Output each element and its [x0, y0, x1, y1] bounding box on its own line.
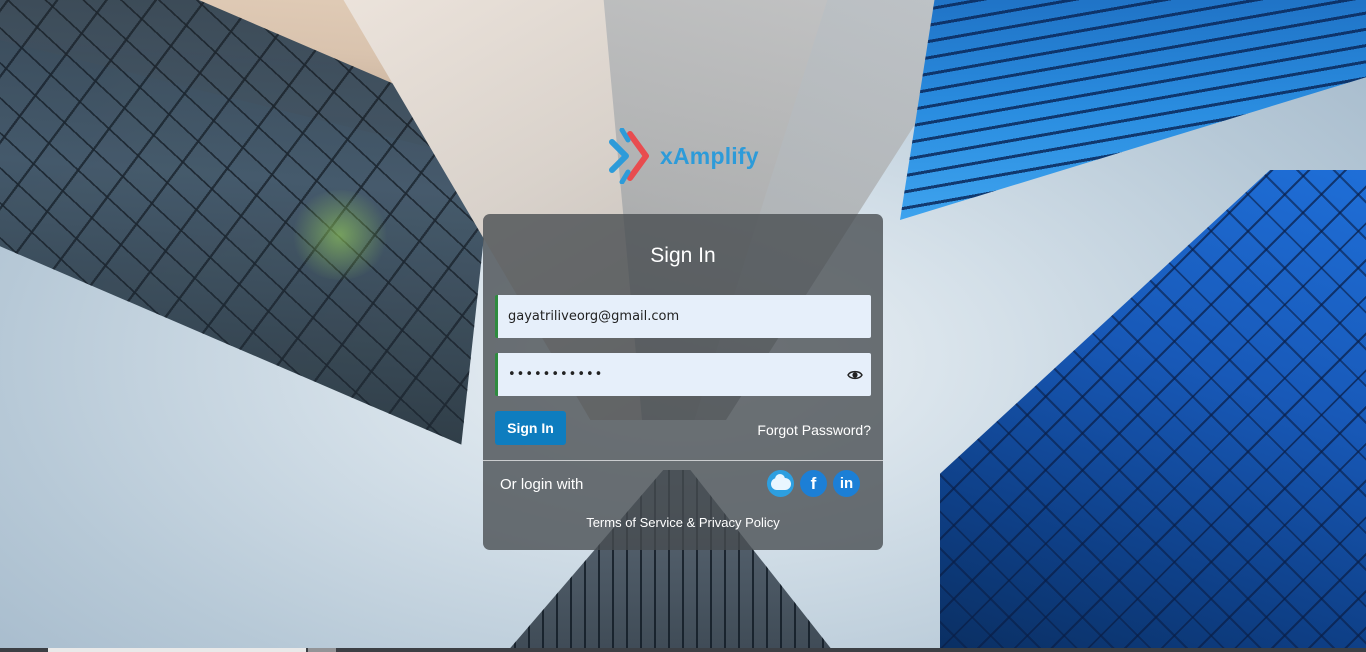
brand-name: xAmplify [660, 142, 759, 169]
terms-privacy-link[interactable]: Terms of Service & Privacy Policy [483, 515, 883, 530]
salesforce-icon [770, 473, 791, 490]
email-field[interactable] [498, 309, 871, 324]
eye-icon[interactable] [847, 367, 863, 383]
xamplify-logo-icon [609, 128, 649, 184]
signin-button[interactable]: Sign In [495, 411, 566, 445]
lens-flare [290, 190, 390, 280]
divider [483, 460, 883, 461]
linkedin-icon: in [839, 475, 854, 492]
forgot-password-link[interactable]: Forgot Password? [757, 422, 871, 438]
facebook-icon: f [810, 474, 817, 493]
brand-logo: xAmplify [606, 128, 759, 184]
email-field-wrapper [495, 295, 871, 338]
or-login-label: Or login with [500, 476, 584, 493]
signin-card: Sign In Sign In Forgot Password? Or logi… [483, 214, 883, 550]
signin-title: Sign In [650, 244, 716, 267]
linkedin-login-button[interactable]: in [833, 470, 860, 497]
taskbar-strip [0, 648, 1366, 652]
password-field-wrapper [495, 353, 871, 396]
password-field[interactable] [498, 367, 871, 382]
facebook-login-button[interactable]: f [800, 470, 827, 497]
salesforce-login-button[interactable] [767, 470, 794, 497]
